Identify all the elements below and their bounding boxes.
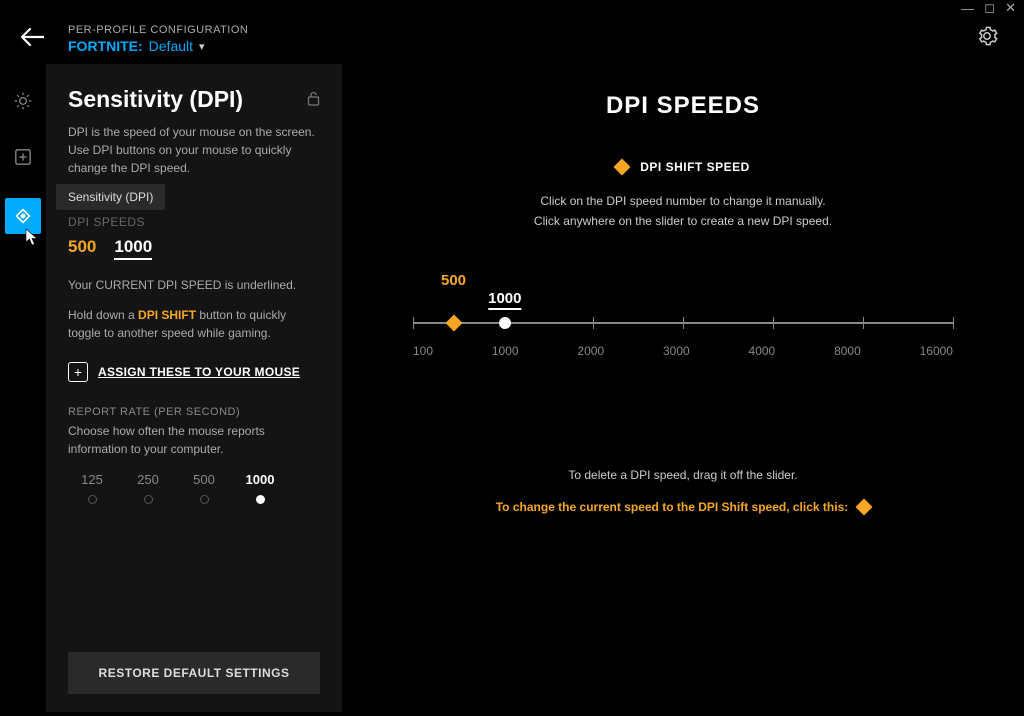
chevron-down-icon: ▾ bbox=[199, 40, 205, 53]
diamond-icon bbox=[614, 159, 631, 176]
slider-handle-current[interactable] bbox=[499, 317, 511, 329]
minimize-button[interactable]: — bbox=[961, 1, 974, 16]
shift-speed-text: DPI SHIFT SPEED bbox=[640, 160, 750, 174]
main-content: DPI SPEEDS DPI SHIFT SPEED Click on the … bbox=[342, 64, 1024, 712]
hint-delete-speed: To delete a DPI speed, drag it off the s… bbox=[382, 468, 984, 482]
dpi-shift-note: Hold down a DPI SHIFT button to quickly … bbox=[68, 306, 320, 342]
restore-defaults-button[interactable]: RESTORE DEFAULT SETTINGS bbox=[68, 652, 320, 694]
hint-create-speed: Click anywhere on the slider to create a… bbox=[382, 214, 984, 228]
rate-label: 125 bbox=[81, 472, 103, 487]
rail-lighting-icon[interactable] bbox=[8, 86, 38, 116]
icon-rail bbox=[0, 64, 46, 712]
slider-scale: 100 1000 2000 3000 4000 8000 16000 bbox=[413, 344, 953, 358]
radio-dot-icon bbox=[200, 495, 209, 504]
rail-sensitivity-icon[interactable] bbox=[5, 198, 41, 234]
report-rate-option[interactable]: 1000 bbox=[236, 472, 284, 504]
header-label: PER-PROFILE CONFIGURATION bbox=[68, 24, 976, 36]
report-rate-option[interactable]: 250 bbox=[124, 472, 172, 504]
radio-dot-icon bbox=[88, 495, 97, 504]
main-title: DPI SPEEDS bbox=[382, 92, 984, 120]
slider-label-current[interactable]: 1000 bbox=[488, 290, 521, 310]
radio-dot-icon bbox=[256, 495, 265, 504]
change-hint-text: To change the current speed to the DPI S… bbox=[496, 500, 849, 514]
panel-description: DPI is the speed of your mouse on the sc… bbox=[68, 123, 320, 177]
scale-tick-label: 1000 bbox=[492, 344, 519, 358]
current-speed-note: Your CURRENT DPI SPEED is underlined. bbox=[68, 276, 320, 294]
profile-game: FORTNITE: bbox=[68, 38, 143, 54]
report-rate-options: 125 250 500 1000 bbox=[68, 472, 320, 504]
profile-selector[interactable]: FORTNITE: Default ▾ bbox=[68, 38, 976, 54]
dpi-speeds-heading: DPI SPEEDS bbox=[68, 215, 320, 229]
sensitivity-tooltip: Sensitivity (DPI) bbox=[56, 184, 165, 210]
unlock-icon[interactable] bbox=[307, 91, 320, 109]
rate-label: 1000 bbox=[246, 472, 275, 487]
assign-label: ASSIGN THESE TO YOUR MOUSE bbox=[98, 365, 300, 379]
scale-tick-label: 2000 bbox=[577, 344, 604, 358]
diamond-icon bbox=[856, 499, 873, 516]
profile-name: Default bbox=[149, 38, 193, 54]
hint-change-to-shift[interactable]: To change the current speed to the DPI S… bbox=[382, 500, 984, 514]
scale-tick-label: 16000 bbox=[920, 344, 953, 358]
scale-tick-label: 3000 bbox=[663, 344, 690, 358]
close-button[interactable]: ✕ bbox=[1005, 0, 1016, 16]
back-button[interactable] bbox=[20, 26, 44, 52]
assign-to-mouse-button[interactable]: + ASSIGN THESE TO YOUR MOUSE bbox=[68, 362, 320, 382]
hint-manual-change: Click on the DPI speed number to change … bbox=[382, 194, 984, 208]
header-info: PER-PROFILE CONFIGURATION FORTNITE: Defa… bbox=[68, 24, 976, 54]
scale-tick-label: 100 bbox=[413, 344, 433, 358]
slider-label-shift[interactable]: 500 bbox=[441, 272, 466, 289]
report-rate-option[interactable]: 125 bbox=[68, 472, 116, 504]
dpi-shift-speed-label: DPI SHIFT SPEED bbox=[382, 160, 984, 174]
report-rate-description: Choose how often the mouse reports infor… bbox=[68, 422, 320, 458]
report-rate-heading: REPORT RATE (PER SECOND) bbox=[68, 406, 320, 418]
report-rate-option[interactable]: 500 bbox=[180, 472, 228, 504]
scale-tick-label: 8000 bbox=[834, 344, 861, 358]
radio-dot-icon bbox=[144, 495, 153, 504]
settings-button[interactable] bbox=[976, 25, 998, 53]
dpi-speed-values: 500 1000 bbox=[68, 237, 320, 260]
rate-label: 500 bbox=[193, 472, 215, 487]
scale-tick-label: 4000 bbox=[749, 344, 776, 358]
slider-track[interactable] bbox=[413, 322, 953, 324]
rail-assignments-icon[interactable] bbox=[8, 142, 38, 172]
dpi-slider[interactable]: 500 1000 1001000200030004000800016000 bbox=[413, 288, 953, 358]
panel-title: Sensitivity (DPI) bbox=[68, 86, 243, 113]
rate-label: 250 bbox=[137, 472, 159, 487]
slider-handle-shift[interactable] bbox=[445, 315, 462, 332]
dpi-shift-value[interactable]: 500 bbox=[68, 237, 96, 260]
plus-icon: + bbox=[68, 362, 88, 382]
dpi-current-value[interactable]: 1000 bbox=[114, 237, 152, 260]
sidebar-panel: Sensitivity (DPI) DPI is the speed of yo… bbox=[46, 64, 342, 712]
maximize-button[interactable]: ◻ bbox=[984, 0, 995, 16]
cursor-icon bbox=[25, 228, 39, 251]
